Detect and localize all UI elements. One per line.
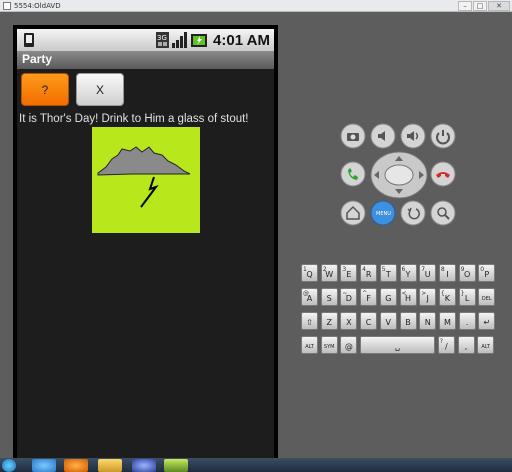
key-row4-0[interactable]: ALT	[301, 336, 318, 354]
signal-icon	[172, 32, 188, 48]
key-row4-2[interactable]: @	[340, 336, 358, 354]
key-row1-3[interactable]: R4	[360, 264, 378, 282]
key-row3-9[interactable]: ↵	[478, 312, 496, 330]
key-row3-4[interactable]: V	[379, 312, 397, 330]
volume-up-button[interactable]	[400, 123, 426, 153]
eclipse-icon[interactable]	[132, 459, 156, 472]
app-title-bar: Party	[17, 51, 274, 69]
key-row2-1[interactable]: S	[320, 288, 338, 306]
key-row2-9[interactable]: DEL	[478, 288, 496, 306]
key-row2-2[interactable]: D ~	[340, 288, 358, 306]
end-call-button[interactable]	[430, 161, 456, 191]
dpad[interactable]	[370, 151, 428, 203]
key-row3-5[interactable]: B	[399, 312, 417, 330]
key-row1-7[interactable]: I8	[438, 264, 456, 282]
power-button[interactable]	[430, 123, 456, 153]
question-button[interactable]: ?	[21, 73, 69, 106]
device-screen[interactable]: 3G 4:01 AM Party ? X It is Thor's Day! D…	[13, 25, 278, 458]
app-title: Party	[22, 52, 53, 66]
key-row4-1[interactable]: SYM	[320, 336, 338, 354]
menu-button[interactable]: MENU	[370, 200, 396, 230]
home-button[interactable]	[340, 200, 366, 230]
key-row1-6[interactable]: U7	[419, 264, 437, 282]
volume-down-button[interactable]	[370, 123, 396, 153]
ie-icon[interactable]	[32, 459, 56, 472]
key-row2-8[interactable]: L}	[458, 288, 476, 306]
svg-text:3G: 3G	[157, 34, 167, 42]
call-button[interactable]	[340, 161, 366, 191]
status-bar: 3G 4:01 AM	[17, 29, 274, 51]
key-row3-1[interactable]: Z	[320, 312, 338, 330]
sim-icon	[24, 33, 34, 47]
window-icon	[3, 2, 11, 10]
folder-icon[interactable]	[98, 459, 122, 472]
key-row4-4[interactable]: /?	[437, 336, 455, 354]
window-title: 5554:OldAVD	[14, 2, 61, 10]
key-row2-0[interactable]: A @	[301, 288, 318, 306]
windows-taskbar	[0, 458, 512, 472]
app-content: ? X It is Thor's Day! Drink to Him a gla…	[17, 69, 274, 458]
key-row4-3[interactable]: ␣	[360, 336, 436, 354]
network-3g-icon: 3G	[156, 32, 170, 48]
key-row3-3[interactable]: C	[360, 312, 378, 330]
close-window-button[interactable]: ✕	[488, 1, 510, 11]
key-row2-3[interactable]: F ^	[360, 288, 378, 306]
key-row3-2[interactable]: X	[340, 312, 358, 330]
key-row1-8[interactable]: O9	[458, 264, 476, 282]
thunder-cloud-image	[92, 127, 200, 233]
key-row4-5[interactable]: ,	[457, 336, 475, 354]
svg-text:MENU: MENU	[376, 211, 391, 217]
firefox-icon[interactable]	[64, 459, 88, 472]
android-icon[interactable]	[164, 459, 188, 472]
start-icon[interactable]	[2, 459, 16, 472]
day-message: It is Thor's Day! Drink to Him a glass o…	[19, 113, 249, 125]
key-row1-5[interactable]: Y6	[399, 264, 417, 282]
search-button[interactable]	[430, 200, 456, 230]
key-row2-5[interactable]: H <	[399, 288, 417, 306]
key-row1-1[interactable]: W2	[320, 264, 338, 282]
maximize-button[interactable]: □	[473, 1, 487, 11]
key-row1-4[interactable]: T5	[379, 264, 397, 282]
key-row3-8[interactable]: .	[458, 312, 476, 330]
key-row1-2[interactable]: E3	[340, 264, 358, 282]
key-row2-4[interactable]: G	[379, 288, 397, 306]
back-button[interactable]	[400, 200, 426, 230]
hardware-keyboard: Q 1 W 2 E 3 R 4 T 5 Y 6 U 7 I 8 O 9 P 0 A @ S D ~ F ^ G H < J > K{L} DEL ⇧…	[300, 262, 498, 358]
key-row2-7[interactable]: K{	[438, 288, 456, 306]
minimize-button[interactable]: –	[458, 1, 472, 11]
key-row3-7[interactable]: M	[438, 312, 456, 330]
key-row3-0[interactable]: ⇧	[301, 312, 318, 330]
clock: 4:01 AM	[213, 31, 270, 49]
key-row3-6[interactable]: N	[419, 312, 437, 330]
close-button[interactable]: X	[76, 73, 124, 106]
emulator-window: 5554:OldAVD – □ ✕ 3G 4:01 AM Party ? X I…	[0, 0, 512, 458]
key-row4-6[interactable]: ALT	[477, 336, 495, 354]
key-row1-9[interactable]: P0	[478, 264, 496, 282]
key-row2-6[interactable]: J >	[419, 288, 437, 306]
battery-icon	[191, 34, 208, 47]
key-row1-0[interactable]: Q1	[301, 264, 318, 282]
camera-button[interactable]	[340, 123, 366, 153]
window-titlebar: 5554:OldAVD – □ ✕	[0, 0, 512, 12]
